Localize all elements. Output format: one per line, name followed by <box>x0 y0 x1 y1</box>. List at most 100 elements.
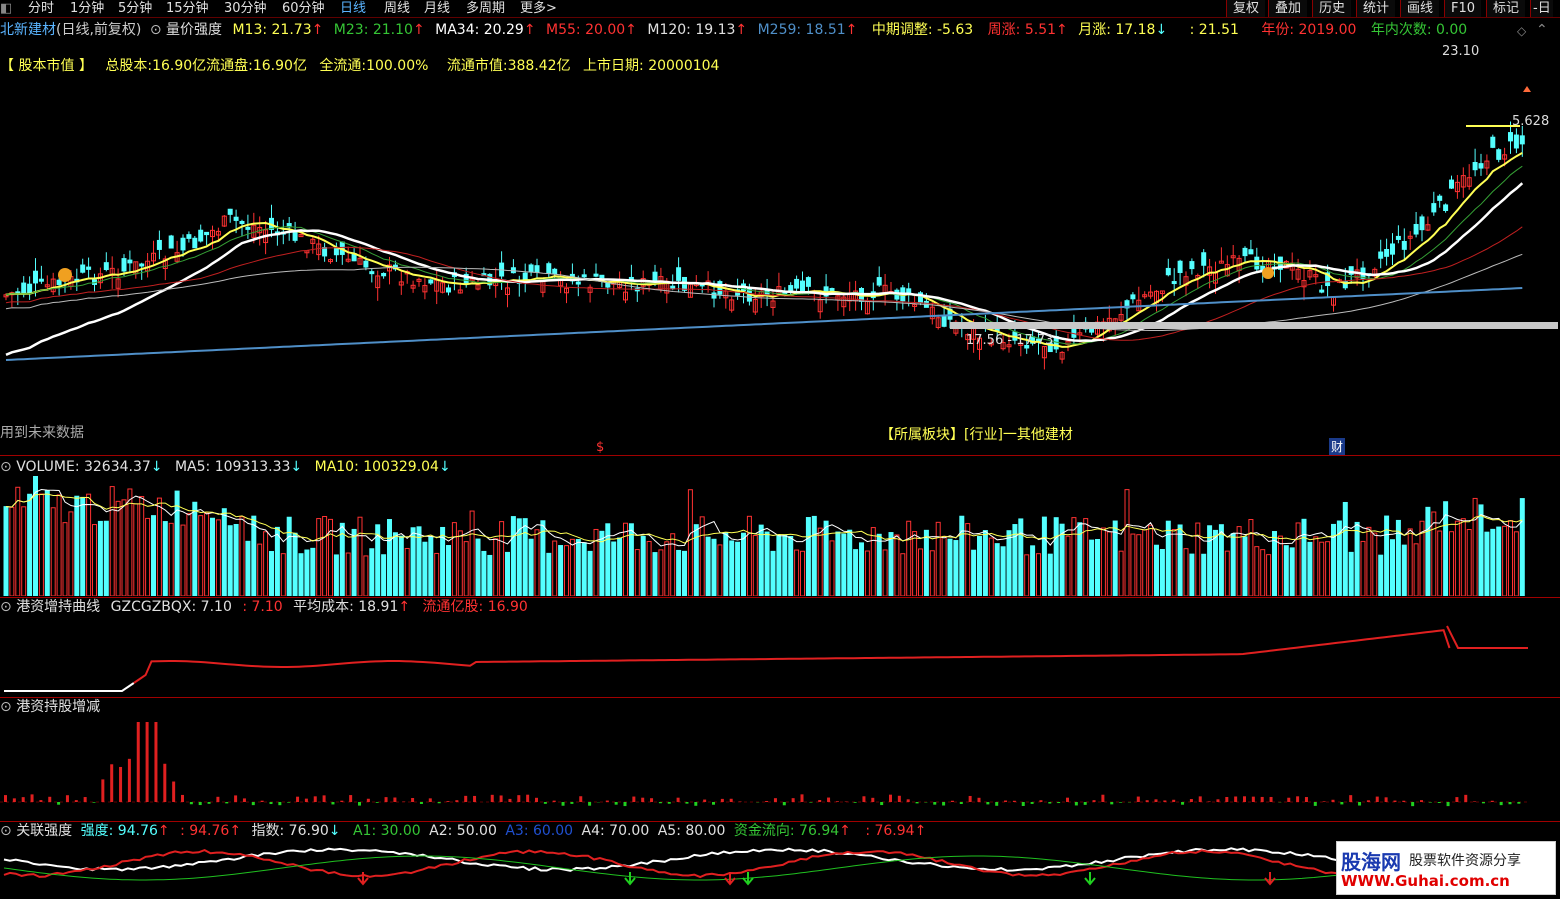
hk-curve-menu-icon[interactable]: ⊙ <box>0 599 12 615</box>
candle-body <box>363 260 369 268</box>
hold-bar <box>1455 797 1459 802</box>
diamond-icon[interactable]: ◇ <box>1517 24 1526 38</box>
period-tab-15min[interactable]: 15分钟 <box>166 0 209 17</box>
candle-body <box>1378 251 1384 259</box>
stock-name[interactable]: 北新建材 <box>0 22 56 38</box>
volume-bar <box>1254 546 1260 596</box>
strength-title: 关联强度 <box>16 823 73 839</box>
candle-body <box>1254 256 1260 270</box>
hold-bar <box>968 795 972 802</box>
price-chart[interactable] <box>0 80 1560 455</box>
history-button[interactable]: 历史 <box>1312 0 1352 17</box>
period-tab-1min[interactable]: 1分钟 <box>70 0 104 17</box>
hold-bar <box>1039 800 1043 802</box>
hk-curve-chart[interactable] <box>0 616 1560 696</box>
scroll-up-icon[interactable]: ⌃ <box>1536 22 1548 38</box>
hold-bar <box>207 802 211 804</box>
strength-chart[interactable] <box>0 840 1560 899</box>
volume-bar <box>1348 551 1354 596</box>
hold-bar <box>1066 797 1069 802</box>
volume-bar <box>381 554 387 596</box>
hold-bar <box>614 802 618 805</box>
volume-bar <box>569 538 575 596</box>
hold-bar <box>950 800 954 802</box>
candle-body <box>800 280 805 292</box>
candle-body <box>1478 163 1484 169</box>
candle-body <box>711 292 717 299</box>
candle-body <box>1130 294 1136 300</box>
hold-bar <box>623 802 627 807</box>
hold-bar <box>242 798 246 802</box>
hold-bar <box>1234 796 1238 802</box>
candle-body <box>1437 195 1443 201</box>
hk-hold-menu-icon[interactable]: ⊙ <box>0 699 12 715</box>
volume-bar <box>664 541 670 596</box>
statistics-button[interactable]: 统计 <box>1356 0 1396 17</box>
draw-line-button[interactable]: 画线 <box>1400 0 1440 17</box>
candle-body <box>1177 260 1183 273</box>
sector-label[interactable]: 【所属板块】[行业]一其他建材 <box>880 424 1073 444</box>
indicator-name[interactable]: 量价强度 <box>166 22 222 38</box>
hold-bar <box>499 795 503 802</box>
hold-bar <box>782 802 786 806</box>
period-tab-monthly[interactable]: 月线 <box>424 0 450 17</box>
candle-body <box>239 220 245 225</box>
hold-bar <box>995 802 999 806</box>
hk-hold-title: 港资持股增减 <box>16 699 101 715</box>
volume-bar <box>1283 545 1289 596</box>
candle-body <box>446 287 451 293</box>
hold-bar <box>419 802 423 804</box>
volume-bar <box>876 533 882 596</box>
hold-bar <box>1057 802 1061 804</box>
volume-bar <box>1213 529 1218 596</box>
candle-body <box>1171 281 1177 285</box>
hold-bar <box>1181 802 1185 805</box>
volume-bar <box>215 519 221 596</box>
volume-bar <box>1201 553 1207 596</box>
dividend-marker[interactable]: $ <box>596 440 604 455</box>
candle-body <box>1472 162 1478 171</box>
volume-bar <box>1437 530 1443 596</box>
candle-body <box>1490 136 1496 148</box>
period-tab-weekly[interactable]: 周线 <box>384 0 410 17</box>
f10-button[interactable]: F10 <box>1444 0 1482 17</box>
indicator-dropdown-icon[interactable]: ⊙ <box>150 22 162 38</box>
hold-bar <box>579 796 583 802</box>
blank-value: : 21.51 <box>1189 22 1239 38</box>
finance-marker[interactable]: 财 <box>1329 438 1346 455</box>
period-tab-5min[interactable]: 5分钟 <box>118 0 152 17</box>
hold-bar <box>1012 800 1016 802</box>
period-tab-fenshi[interactable]: 分时 <box>28 0 54 17</box>
hold-bar <box>384 797 388 802</box>
volume-bar <box>988 537 994 596</box>
candle-body <box>534 265 540 273</box>
volume-bar <box>387 519 392 596</box>
period-tab-30min[interactable]: 30分钟 <box>224 0 267 17</box>
overlay-button[interactable]: 叠加 <box>1268 0 1308 17</box>
hold-bar <box>959 802 963 805</box>
mark-button[interactable]: 标记 <box>1486 0 1526 17</box>
volume-bar <box>392 532 398 596</box>
candle-body <box>794 278 800 289</box>
period-tab-daily[interactable]: 日线 <box>340 0 366 17</box>
toolbar-left-icon[interactable]: ◧ <box>0 0 12 17</box>
hk-hold-chart[interactable] <box>0 716 1560 820</box>
volume-bar <box>493 538 499 596</box>
hold-bar <box>428 798 432 802</box>
period-tab-more[interactable]: 更多> <box>520 0 557 17</box>
volume-bar <box>1100 527 1106 596</box>
volume-chart[interactable] <box>0 476 1560 596</box>
a4-value: A4: 70.00 <box>581 823 650 839</box>
restore-rights-button[interactable]: 复权 <box>1226 0 1266 17</box>
hold-bar <box>375 802 379 803</box>
total-shares: 总股本:16.90亿 <box>105 58 207 74</box>
hold-bar <box>1437 802 1441 803</box>
strength-menu-icon[interactable]: ⊙ <box>0 823 12 839</box>
volume-menu-icon[interactable]: ⊙ <box>0 459 12 475</box>
hold-bar <box>322 795 326 802</box>
day-button[interactable]: -日 <box>1530 0 1553 17</box>
volume-bar <box>705 536 711 596</box>
hold-bar <box>650 798 654 802</box>
period-tab-multi[interactable]: 多周期 <box>466 0 505 17</box>
period-tab-60min[interactable]: 60分钟 <box>282 0 325 17</box>
